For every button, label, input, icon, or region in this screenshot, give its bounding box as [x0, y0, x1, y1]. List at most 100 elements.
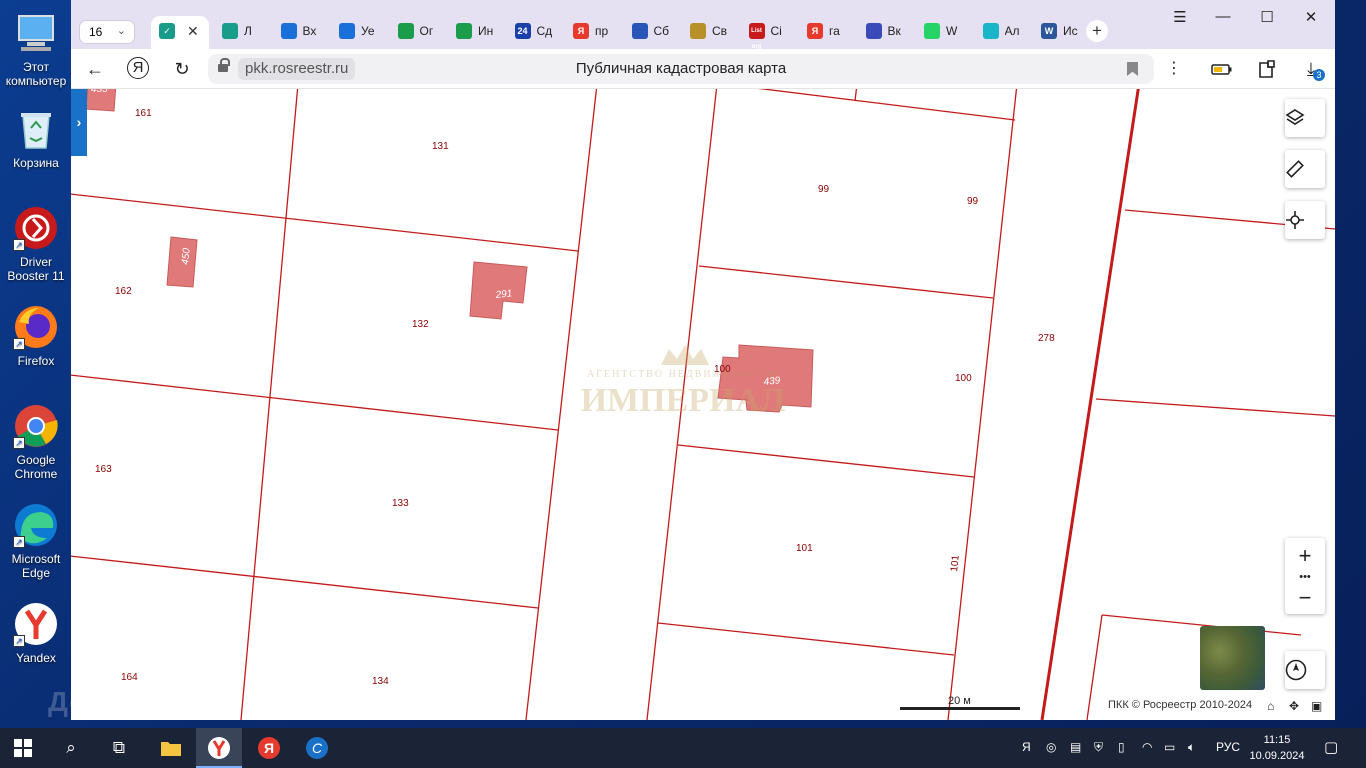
parcel-label[interactable]: 161 [135, 108, 152, 119]
crown-icon [661, 345, 709, 365]
desktop-icon-label: Firefox [17, 354, 55, 368]
desktop-icon-recycle-bin[interactable]: Корзина [2, 106, 70, 170]
tab-title: пр [595, 24, 609, 38]
parcel-label[interactable]: 278 [1038, 333, 1055, 344]
browser-tab[interactable]: W [916, 16, 972, 49]
tab-count-button[interactable]: 16 ⌄ [79, 20, 135, 44]
taskbar: ⌕ ⧉ Я C Я ◎ ▤ ⛨ ▯ ◠ ▭ 🔈︎ РУС 11:15 10.09… [0, 728, 1366, 768]
reload-button[interactable]: ↻ [170, 57, 194, 81]
parcel-label[interactable]: 162 [115, 286, 132, 297]
close-window-button[interactable]: ✕ [1299, 8, 1323, 30]
battery-saver-icon[interactable] [1210, 57, 1234, 81]
ccleaner-taskbar-button[interactable]: C [294, 728, 340, 768]
desktop-icon-edge[interactable]: ↗ Microsoft Edge [2, 502, 70, 580]
browser-tab[interactable]: Ин [448, 16, 504, 49]
browser-tab[interactable]: Сб [624, 16, 680, 49]
keyboard-tray-icon[interactable]: ▤ [1070, 740, 1081, 754]
cadastral-map[interactable]: АГЕНТСТВО НЕДВИЖИМОСТИ ИМПЕРИАЛ 161 131 … [71, 89, 1335, 720]
start-button[interactable] [0, 728, 46, 768]
back-button[interactable]: ← [83, 57, 107, 81]
parcel-label[interactable]: 163 [95, 464, 112, 475]
yandex-tray-icon[interactable]: Я [1022, 740, 1031, 754]
yandex-browser-taskbar-button[interactable] [196, 728, 242, 768]
browser-tab[interactable]: Л [214, 16, 270, 49]
browser-tab[interactable]: Ог [390, 16, 446, 49]
parcel-label[interactable]: 131 [432, 141, 449, 152]
tab-title: Ог [419, 24, 434, 38]
home-icon[interactable]: ⌂ [1267, 699, 1274, 713]
rosreestr-icon: ✓ [159, 23, 175, 39]
parcel-label[interactable]: 101 [796, 543, 813, 554]
parcel-label[interactable]: 164 [121, 672, 138, 683]
ruler-button[interactable] [1285, 150, 1325, 188]
browser-tab[interactable]: Ал [975, 16, 1031, 49]
zoom-in-button[interactable]: + [1285, 538, 1325, 574]
more-options-icon[interactable]: ⋮ [1162, 57, 1186, 81]
building-label: 291 [494, 288, 513, 301]
yandex-browser-icon: ↗ [13, 601, 59, 647]
parcel-label[interactable]: 134 [372, 676, 389, 687]
volume-icon[interactable]: 🔈︎ [1188, 740, 1195, 755]
new-tab-button[interactable]: + [1086, 20, 1108, 42]
browser-tab[interactable]: Япр [565, 16, 621, 49]
desktop-icon-firefox[interactable]: ↗ Firefox [2, 304, 70, 368]
notifications-icon[interactable]: ▢ [1324, 738, 1338, 756]
parcel-label[interactable]: 100 [714, 364, 731, 375]
language-indicator[interactable]: РУС [1216, 740, 1240, 754]
svg-text:C: C [312, 740, 323, 756]
layers-button[interactable] [1285, 99, 1325, 137]
yandex-app-taskbar-button[interactable]: Я [246, 728, 292, 768]
maximize-button[interactable]: ☐ [1255, 8, 1279, 30]
browser-tab[interactable]: Вх [273, 16, 329, 49]
print-icon[interactable]: ▣ [1311, 699, 1322, 713]
browser-tab[interactable]: Уе [331, 16, 387, 49]
wifi-icon[interactable]: ◠ [1142, 740, 1152, 754]
downloads-button[interactable]: ⤓ 3 [1299, 57, 1325, 81]
desktop-icon-label: Google Chrome [14, 453, 58, 481]
clock[interactable]: 11:15 10.09.2024 [1248, 732, 1306, 764]
yandex-home-icon[interactable]: Я [127, 57, 149, 79]
compass-button[interactable] [1285, 651, 1325, 689]
search-button[interactable]: ⌕ [48, 728, 94, 768]
copyright-text: ПКК © Росреестр 2010-2024 [1108, 699, 1253, 711]
satellite-minimap[interactable] [1200, 626, 1265, 690]
file-explorer-button[interactable] [148, 728, 194, 768]
parcel-label[interactable]: 101 [949, 554, 962, 572]
battery-tray-icon[interactable]: ▯ [1118, 740, 1125, 754]
desktop-icon-chrome[interactable]: ↗ Google Chrome [2, 403, 70, 481]
network-tray-icon[interactable]: ▭ [1164, 740, 1175, 754]
browser-tab[interactable]: Св [682, 16, 738, 49]
desktop-icon-yandex[interactable]: ↗ Yandex [2, 601, 70, 665]
tab-active[interactable]: ✓ ✕ [151, 16, 209, 49]
parcel-label[interactable]: 133 [392, 498, 409, 509]
parcel-label[interactable]: 99 [967, 196, 979, 207]
parcel-label[interactable]: 99 [818, 184, 830, 195]
address-bar[interactable]: pkk.rosreestr.ru Публичная кадастровая к… [208, 54, 1154, 84]
parcel-label[interactable]: 132 [412, 319, 429, 330]
browser-tab[interactable]: W Ис [1033, 16, 1089, 49]
browser-tab[interactable]: Вк [858, 16, 914, 49]
browser-tab[interactable]: List org Сі [741, 16, 797, 50]
extensions-icon[interactable] [1255, 57, 1279, 81]
yandex-icon: Я [258, 737, 280, 759]
close-icon[interactable]: ✕ [187, 23, 199, 40]
task-view-button[interactable]: ⧉ [96, 728, 142, 768]
desktop-icon-this-pc[interactable]: Этот компьютер [2, 10, 70, 88]
map-canvas[interactable]: АГЕНТСТВО НЕДВИЖИМОСТИ ИМПЕРИАЛ 161 131 … [71, 89, 1335, 720]
browser-tab[interactable]: 24 Сд [507, 16, 563, 49]
minimize-button[interactable]: — [1211, 8, 1235, 30]
zoom-out-button[interactable]: − [1285, 586, 1325, 614]
coordinates-icon[interactable]: ✥ [1289, 699, 1299, 713]
edge-icon: ↗ [13, 502, 59, 548]
shortcut-arrow-icon: ↗ [13, 437, 25, 449]
defender-tray-icon[interactable]: ⛨ [1094, 740, 1103, 755]
parcel-label[interactable]: 100 [955, 373, 972, 384]
locate-button[interactable] [1285, 201, 1325, 239]
menu-icon[interactable]: ☰ [1168, 8, 1192, 30]
sync-tray-icon[interactable]: ◎ [1046, 740, 1056, 754]
side-panel-toggle[interactable]: › [71, 89, 87, 156]
watermark-small-text: АГЕНТСТВО НЕДВИЖИМОСТИ [587, 369, 779, 380]
crosshair-icon [1286, 211, 1304, 229]
desktop-icon-driver-booster[interactable]: ↗ Driver Booster 11 [2, 205, 70, 283]
browser-tab[interactable]: Яга [799, 16, 855, 49]
